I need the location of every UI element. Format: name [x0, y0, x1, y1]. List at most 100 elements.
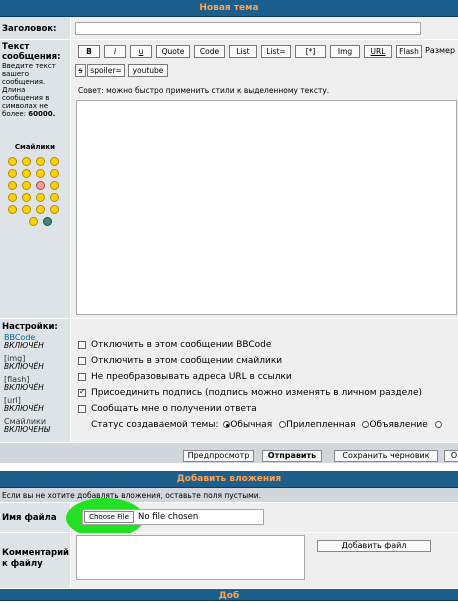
row-divider	[0, 318, 458, 319]
hint-line: более:	[2, 110, 27, 118]
attachments-header: Добавить вложения	[0, 471, 458, 488]
formatting-tip: Совет: можно быстро применить стили к вы…	[78, 86, 330, 95]
font-size-label: Размер	[425, 46, 456, 55]
option-label: Присоединить подпись (подпись можно изме…	[91, 388, 422, 398]
option-label: Сообщать мне о получении ответа	[91, 404, 257, 414]
message-label: Текст сообщения:	[2, 42, 61, 62]
message-textarea[interactable]	[76, 100, 457, 315]
subject-input[interactable]	[75, 22, 421, 35]
flash-button[interactable]: Flash	[396, 45, 422, 58]
smile-icon[interactable]	[29, 217, 38, 226]
setting-state: ВКЛЮЧЁН	[4, 404, 44, 413]
message-hint: Введите текст вашего сообщения. Длина со…	[2, 62, 68, 118]
smile-icon[interactable]	[36, 181, 45, 190]
smile-icon[interactable]	[50, 169, 59, 178]
smile-icon[interactable]	[8, 169, 17, 178]
bbcode-toolbar: B i u Quote Code List List= [*] Img URL …	[75, 45, 458, 59]
bottom-header: Доб	[0, 589, 458, 601]
add-file-button[interactable]: Добавить файл	[317, 540, 431, 552]
hint-line: Введите текст	[2, 62, 56, 70]
attachments-note-bar: Если вы не хотите добавлять вложения, ос…	[0, 488, 458, 502]
smile-icon[interactable]	[50, 181, 59, 190]
smile-icon[interactable]	[22, 193, 31, 202]
settings-list: BBCode ВКЛЮЧЁН [img] ВКЛЮЧЁН [flash] ВКЛ…	[4, 334, 70, 434]
no-file-text: No file chosen	[138, 512, 199, 522]
file-label: Имя файла	[2, 513, 57, 523]
row-divider	[0, 39, 458, 40]
topic-status-label: Статус создаваемой темы:	[91, 420, 219, 430]
smile-icon[interactable]	[36, 157, 45, 166]
comment-textarea[interactable]	[76, 535, 305, 580]
spoiler-button[interactable]: spoiler=	[87, 64, 125, 77]
message-label-block: Текст сообщения: Введите текст вашего со…	[2, 42, 68, 118]
option-label: Отключить в этом сообщении смайлики	[91, 356, 283, 366]
choose-file-button[interactable]: Choose File	[84, 511, 134, 523]
smile-icon[interactable]	[22, 169, 31, 178]
attachments-title: Добавить вложения	[176, 474, 282, 484]
smile-icon[interactable]	[36, 193, 45, 202]
hint-line: Длина	[2, 86, 26, 94]
preview-button[interactable]: Предпросмотр	[183, 450, 254, 462]
setting-state: ВКЛЮЧЁН	[4, 383, 44, 392]
smile-icon[interactable]	[22, 157, 31, 166]
option-checkbox[interactable]	[78, 341, 86, 349]
list-item-button[interactable]: [*]	[295, 45, 326, 58]
smile-icon[interactable]	[8, 181, 17, 190]
submit-button[interactable]: Отправить	[262, 450, 322, 462]
save-draft-button[interactable]: Сохранить черновик	[334, 450, 438, 462]
smile-icon[interactable]	[22, 205, 31, 214]
extra-button[interactable]: О	[444, 450, 458, 462]
settings-label: Настройки:	[2, 322, 58, 332]
list-button[interactable]: List	[229, 45, 257, 58]
smile-icon[interactable]	[50, 157, 59, 166]
smile-icon[interactable]	[50, 193, 59, 202]
hint-line: вашего	[2, 70, 30, 78]
option-label: Не преобразовывать адреса URL в ссылки	[91, 372, 292, 382]
setting-state: ВКЛЮЧЕНЫ	[4, 425, 50, 434]
url-button[interactable]: URL	[364, 45, 392, 58]
attachments-note: Если вы не хотите добавлять вложения, ос…	[2, 491, 262, 500]
italic-button[interactable]: i	[104, 45, 126, 58]
hint-line: сообщения.	[2, 78, 46, 86]
smile-icon[interactable]	[36, 205, 45, 214]
hint-line: символах не	[2, 102, 49, 110]
smilies-title: Смайлики	[14, 143, 56, 151]
status-radio[interactable]	[434, 421, 442, 428]
option-checkbox[interactable]	[78, 405, 86, 413]
setting-state: ВКЛЮЧЁН	[4, 362, 44, 371]
smile-icon[interactable]	[8, 205, 17, 214]
topic-status-row: Статус создаваемой темы: Обычная Прилепл…	[91, 420, 442, 430]
list-numbered-button[interactable]: List=	[261, 45, 291, 58]
smile-icon[interactable]	[50, 205, 59, 214]
smile-icon[interactable]	[22, 181, 31, 190]
underline-button[interactable]: u	[130, 45, 152, 58]
setting-state: ВКЛЮЧЁН	[4, 341, 44, 350]
option-checkbox[interactable]	[78, 373, 86, 381]
subject-label: Заголовок:	[2, 24, 57, 34]
bbcode-toolbar-row2: s spoiler= youtube	[75, 64, 275, 78]
status-option: Объявление	[369, 420, 428, 430]
smile-icon[interactable]	[43, 217, 52, 226]
option-label: Отключить в этом сообщении BBCode	[91, 340, 272, 350]
comment-label: Комментарий к файлу	[2, 548, 69, 569]
smile-icon[interactable]	[36, 169, 45, 178]
smile-icon[interactable]	[8, 157, 17, 166]
signature-checkbox[interactable]	[78, 387, 86, 397]
status-option: Прилепленная	[286, 420, 356, 430]
img-button[interactable]: Img	[330, 45, 360, 58]
spacer	[0, 463, 458, 469]
quote-button[interactable]: Quote	[156, 45, 190, 58]
new-topic-header: Новая тема	[0, 0, 458, 17]
new-topic-title: Новая тема	[199, 3, 259, 13]
youtube-button[interactable]: youtube	[128, 64, 168, 77]
strike-button[interactable]: s	[75, 64, 86, 77]
smile-icon[interactable]	[8, 193, 17, 202]
smilies-grid	[8, 157, 68, 235]
hint-line: сообщения в	[2, 94, 50, 102]
bold-button[interactable]: B	[78, 45, 100, 58]
max-length-value: 60000.	[28, 110, 56, 118]
file-input[interactable]: Choose File No file chosen	[82, 509, 264, 525]
option-checkbox[interactable]	[78, 357, 86, 365]
code-button[interactable]: Code	[194, 45, 225, 58]
status-option: Обычная	[230, 420, 273, 430]
